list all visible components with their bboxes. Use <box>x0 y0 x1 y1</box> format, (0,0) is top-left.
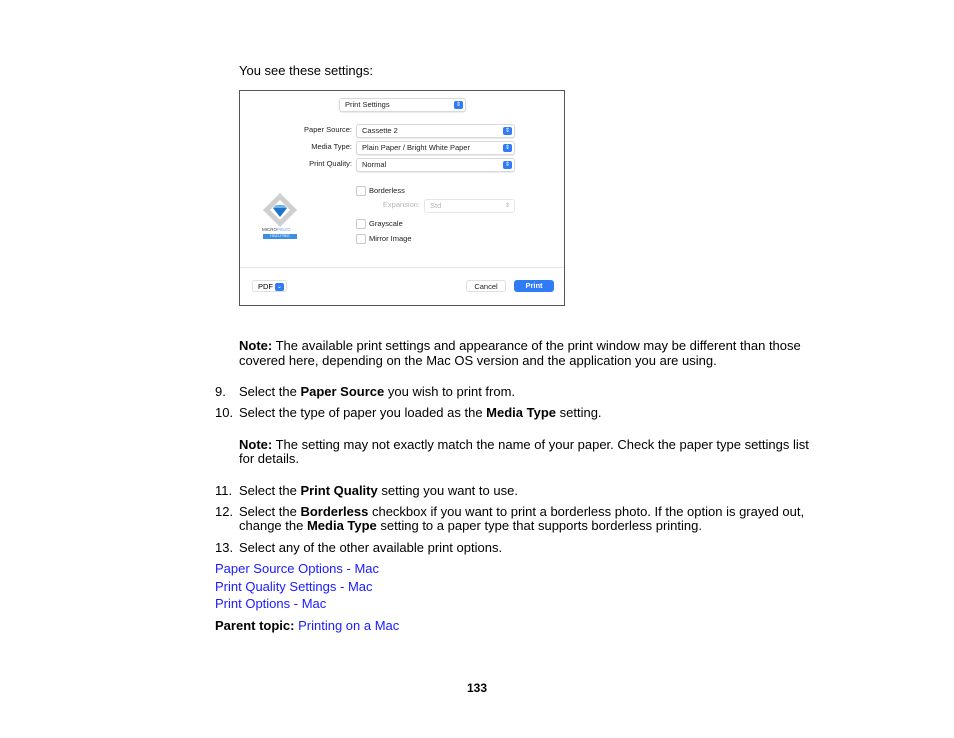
chevron-down-icon: ⌄ <box>275 283 284 291</box>
print-quality-label: Print Quality: <box>309 159 352 168</box>
borderless-checkbox[interactable] <box>356 186 366 196</box>
step-10: Select the type of paper you loaded as t… <box>239 405 602 420</box>
step-number: 10. <box>215 405 234 420</box>
expansion-label: Expansion: <box>382 200 420 209</box>
micro-piezo-diamond-icon <box>263 193 297 227</box>
chevron-updown-icon: ⇕ <box>454 101 463 109</box>
dialog-divider <box>240 267 564 268</box>
chevron-updown-icon: ⇕ <box>503 127 512 135</box>
parent-topic: Parent topic: Printing on a Mac <box>215 618 399 633</box>
media-type-label: Media Type: <box>311 142 352 151</box>
note-2: Note: The setting may not exactly match … <box>239 437 809 452</box>
link-print-quality-settings[interactable]: Print Quality Settings - Mac <box>215 579 373 594</box>
page-number: 133 <box>466 681 488 695</box>
mirror-image-label: Mirror Image <box>369 234 412 243</box>
pdf-menu-button[interactable]: PDF ⌄ <box>252 280 287 292</box>
paper-source-select[interactable]: Cassette 2 ⇕ <box>356 124 515 138</box>
grayscale-checkbox[interactable] <box>356 219 366 229</box>
micro-piezo-logo <box>262 192 298 228</box>
paper-source-value: Cassette 2 <box>362 126 398 135</box>
parent-topic-label: Parent topic: <box>215 618 295 633</box>
preset-select[interactable]: Print Settings ⇕ <box>339 98 466 112</box>
step-12-line2: change the Media Type setting to a paper… <box>239 518 702 533</box>
link-printing-on-a-mac[interactable]: Printing on a Mac <box>298 618 399 633</box>
print-dialog-screenshot: Print Settings ⇕ Paper Source: Cassette … <box>239 90 565 306</box>
note-label: Note: <box>239 338 273 353</box>
print-quality-value: Normal <box>362 160 387 169</box>
preset-select-value: Print Settings <box>345 100 390 109</box>
print-quality-select[interactable]: Normal ⇕ <box>356 158 515 172</box>
cancel-button[interactable]: Cancel <box>466 280 506 292</box>
note-label: Note: <box>239 437 273 452</box>
step-12: Select the Borderless checkbox if you wa… <box>239 504 805 519</box>
step-number: 13. <box>215 540 234 555</box>
note-1-line2: covered here, depending on the Mac OS ve… <box>239 353 717 368</box>
logo-heat-free-badge: HEAT-FREE <box>263 234 297 239</box>
media-type-value: Plain Paper / Bright White Paper <box>362 143 470 152</box>
step-11: Select the Print Quality setting you wan… <box>239 483 518 498</box>
print-button[interactable]: Print <box>514 280 554 292</box>
grayscale-label: Grayscale <box>369 219 403 228</box>
link-print-options[interactable]: Print Options - Mac <box>215 596 326 611</box>
note-2-line2: for details. <box>239 451 299 466</box>
step-number: 12. <box>215 504 234 519</box>
expansion-value: Std <box>430 201 442 210</box>
step-number: 11. <box>215 483 233 498</box>
step-9: Select the Paper Source you wish to prin… <box>239 384 516 399</box>
chevron-updown-icon: ⇕ <box>503 144 512 152</box>
mirror-image-checkbox[interactable] <box>356 234 366 244</box>
logo-text-micro: MICRO <box>262 227 277 232</box>
chevron-updown-icon: ⇕ <box>504 203 511 209</box>
paper-source-label: Paper Source: <box>304 125 352 134</box>
step-number: 9. <box>215 384 226 399</box>
chevron-updown-icon: ⇕ <box>503 161 512 169</box>
note-1: Note: The available print settings and a… <box>239 338 801 353</box>
link-paper-source-options[interactable]: Paper Source Options - Mac <box>215 561 379 576</box>
pdf-label: PDF <box>258 282 273 291</box>
logo-text-piezo: PIEZO <box>277 227 291 232</box>
borderless-label: Borderless <box>369 186 405 195</box>
media-type-select[interactable]: Plain Paper / Bright White Paper ⇕ <box>356 141 515 155</box>
expansion-select[interactable]: Std ⇕ <box>424 199 515 213</box>
step-13: Select any of the other available print … <box>239 540 503 555</box>
intro-text: You see these settings: <box>239 63 373 78</box>
